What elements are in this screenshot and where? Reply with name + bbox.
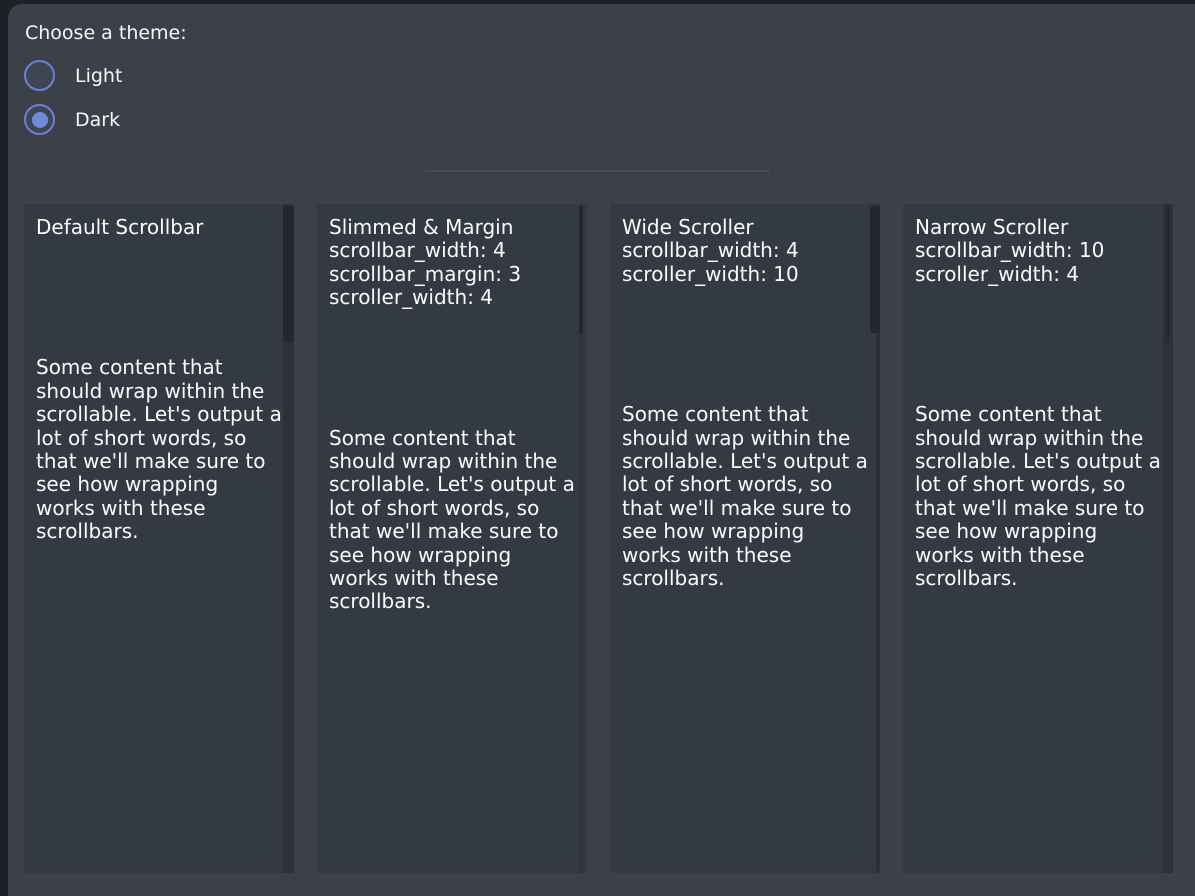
param-line: scrollbar_margin: 3 [329, 263, 575, 286]
scrollbar-thumb[interactable] [870, 206, 880, 333]
radio-label-light[interactable]: Light [75, 65, 122, 87]
radio-option-light[interactable]: Light [24, 60, 122, 91]
column-body-text: Some content that should wrap within the… [915, 403, 1161, 590]
column-body-text: Some content that should wrap within the… [622, 403, 868, 590]
column-title: Narrow Scroller [915, 216, 1161, 239]
column-body-text: Some content that should wrap within the… [329, 427, 575, 614]
scrollbar-thumb[interactable] [579, 206, 583, 334]
scrollbar-thumb[interactable] [1166, 206, 1170, 338]
scrollbar-thumb[interactable] [283, 206, 294, 342]
radio-label-dark[interactable]: Dark [75, 109, 120, 131]
column-title: Default Scrollbar [36, 216, 282, 239]
radio-option-dark[interactable]: Dark [24, 104, 120, 135]
param-line: scrollbar_width: 4 [329, 239, 575, 262]
radio-button-icon[interactable] [24, 104, 55, 135]
radio-button-icon[interactable] [24, 60, 55, 91]
divider [425, 170, 770, 172]
param-line: scrollbar_width: 10 [915, 239, 1161, 262]
radio-selected-dot [32, 112, 48, 128]
scroll-demo-column-wide-scroller[interactable]: Wide Scroller scrollbar_width: 4scroller… [610, 204, 880, 873]
column-title: Wide Scroller [622, 216, 868, 239]
param-line: scroller_width: 4 [329, 286, 575, 309]
param-line: scroller_width: 4 [915, 263, 1161, 286]
scroll-demo-column-narrow-scroller[interactable]: Narrow Scroller scrollbar_width: 10scrol… [903, 204, 1173, 873]
column-body-text: Some content that should wrap within the… [36, 356, 282, 543]
param-line: scrollbar_width: 4 [622, 239, 868, 262]
scroll-demo-column-default[interactable]: Default Scrollbar Some content that shou… [24, 204, 294, 873]
column-params: scrollbar_width: 4scroller_width: 10 [622, 239, 880, 286]
column-params: scrollbar_width: 4scrollbar_margin: 3scr… [329, 239, 587, 309]
param-line: scroller_width: 10 [622, 263, 868, 286]
scroll-demo-column-slimmed-margin[interactable]: Slimmed & Margin scrollbar_width: 4scrol… [317, 204, 587, 873]
column-title: Slimmed & Margin [329, 216, 575, 239]
column-params: scrollbar_width: 10scroller_width: 4 [915, 239, 1173, 286]
theme-chooser-label: Choose a theme: [25, 22, 187, 44]
